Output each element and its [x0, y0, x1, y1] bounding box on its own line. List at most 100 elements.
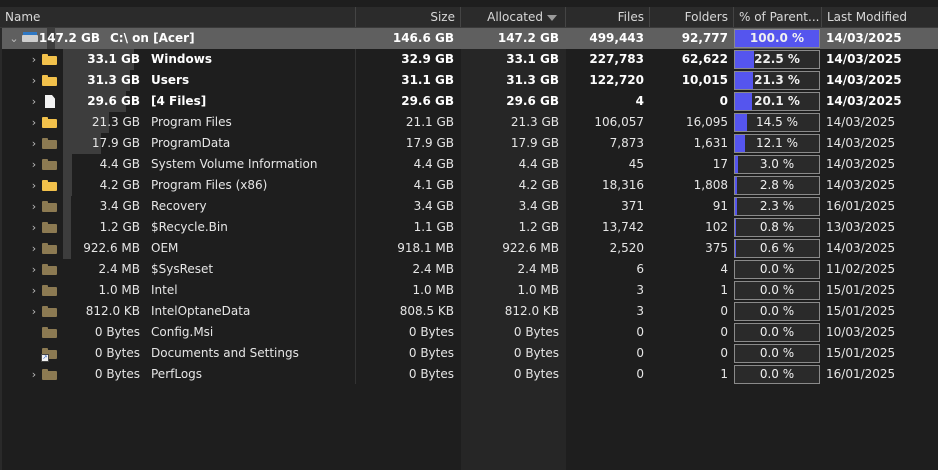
folder-icon — [42, 243, 57, 254]
folders-count: 1 — [720, 367, 728, 381]
row-programdata[interactable]: › 17.9 GB ProgramData 17.9 GB 17.9 GB 7,873 1,… — [2, 133, 938, 154]
percent-text: 0.0 % — [759, 367, 795, 381]
row-program-files[interactable]: › 21.3 GB Program Files 21.1 GB 21.3 GB 106,0… — [2, 112, 938, 133]
folders-count: 0 — [719, 94, 728, 108]
folders-count: 0 — [720, 304, 728, 318]
percent-text: 0.0 % — [759, 283, 795, 297]
row-config-msi[interactable]: 0 Bytes Config.Msi 0 Bytes 0 Bytes 0 0 0.0 % 10… — [2, 322, 938, 343]
expand-chevron-icon[interactable]: › — [28, 70, 40, 91]
last-modified: 15/01/2025 — [826, 283, 896, 297]
folders-count: 10,015 — [681, 73, 728, 87]
expand-chevron-icon[interactable]: › — [28, 217, 40, 238]
size-value: 1.1 GB — [413, 220, 454, 234]
item-name: Users — [151, 73, 190, 87]
row-recovery[interactable]: › 3.4 GB Recovery 3.4 GB 3.4 GB 371 91 2.3 % 16/… — [2, 196, 938, 217]
item-name: Intel — [151, 283, 178, 297]
expand-chevron-icon[interactable]: › — [28, 196, 40, 217]
header-size[interactable]: Size — [356, 7, 461, 27]
expand-chevron-icon[interactable]: › — [28, 154, 40, 175]
folder-shortcut-icon: ↗ — [41, 348, 57, 362]
header-percent-label: % of Parent... — [739, 10, 820, 24]
folder-icon — [42, 369, 57, 380]
size-value: 4.1 GB — [413, 178, 454, 192]
percent-text: 0.8 % — [759, 220, 795, 234]
files-count: 6 — [636, 262, 644, 276]
expand-chevron-icon[interactable]: › — [28, 301, 40, 322]
display-size: 147.2 GB — [38, 31, 100, 45]
expand-chevron-icon[interactable]: › — [28, 175, 40, 196]
shortcut-arrow-icon: ↗ — [41, 354, 49, 362]
row-sysreset[interactable]: › 2.4 MB $SysReset 2.4 MB 2.4 MB 6 4 0.0 % 11/02… — [2, 259, 938, 280]
row-windows[interactable]: › 33.1 GB Windows 32.9 GB 33.1 GB 227,783 62,6… — [2, 49, 938, 70]
row-users[interactable]: › 31.3 GB Users 31.1 GB 31.3 GB 122,720 10,015… — [2, 70, 938, 91]
header-percent[interactable]: % of Parent... — [734, 7, 822, 27]
percent-bar: 2.8 % — [734, 176, 820, 195]
folder-icon — [42, 54, 57, 65]
row-documents-and-settings[interactable]: ↗ 0 Bytes Documents and Settings 0 Bytes 0 B… — [2, 343, 938, 364]
folder-icon — [42, 285, 57, 296]
percent-text: 0.0 % — [759, 346, 795, 360]
expand-chevron-icon[interactable]: › — [28, 280, 40, 301]
allocated-value: 1.2 GB — [518, 220, 559, 234]
percent-bar: 21.3 % — [734, 71, 820, 90]
display-size: 29.6 GB — [87, 94, 140, 108]
expand-chevron-icon[interactable]: › — [28, 133, 40, 154]
header-modified[interactable]: Last Modified — [822, 7, 938, 27]
size-value: 29.6 GB — [401, 94, 454, 108]
size-value: 0 Bytes — [408, 325, 454, 339]
row-program-files-x86[interactable]: › 4.2 GB Program Files (x86) 4.1 GB 4.2 GB 18… — [2, 175, 938, 196]
allocated-value: 0 Bytes — [513, 367, 559, 381]
files-count: 3 — [636, 304, 644, 318]
row-4-files[interactable]: › 29.6 GB [4 Files] 29.6 GB 29.6 GB 4 0 20.1 % 1… — [2, 91, 938, 112]
percent-text: 12.1 % — [756, 136, 798, 150]
collapse-chevron-icon[interactable]: ⌄ — [8, 28, 20, 49]
row-inteloptanedata[interactable]: › 812.0 KB IntelOptaneData 808.5 KB 812.0 KB… — [2, 301, 938, 322]
header-allocated[interactable]: Allocated — [461, 7, 566, 27]
files-count: 3 — [636, 283, 644, 297]
display-size: 21.3 GB — [91, 115, 140, 129]
expand-chevron-icon[interactable]: › — [28, 91, 40, 112]
row-recycle-bin[interactable]: › 1.2 GB $Recycle.Bin 1.1 GB 1.2 GB 13,742 102… — [2, 217, 938, 238]
expand-chevron-icon[interactable]: › — [28, 238, 40, 259]
header-name[interactable]: Name — [0, 7, 356, 27]
row-oem[interactable]: › 922.6 MB OEM 918.1 MB 922.6 MB 2,520 375 0.6 … — [2, 238, 938, 259]
expand-chevron-icon[interactable]: › — [28, 112, 40, 133]
allocated-value: 3.4 GB — [518, 199, 559, 213]
files-count: 18,316 — [602, 178, 644, 192]
item-name: OEM — [151, 241, 179, 255]
percent-bar: 22.5 % — [734, 50, 820, 69]
percent-bar: 0.0 % — [734, 302, 820, 321]
files-count: 0 — [636, 325, 644, 339]
row-system-volume-information[interactable]: › 4.4 GB System Volume Information 4.4 GB 4.… — [2, 154, 938, 175]
size-value: 31.1 GB — [401, 73, 454, 87]
header-files[interactable]: Files — [566, 7, 650, 27]
size-value: 0 Bytes — [408, 346, 454, 360]
header-folders[interactable]: Folders — [650, 7, 734, 27]
percent-text: 0.6 % — [759, 241, 795, 255]
item-name: Program Files (x86) — [151, 178, 268, 192]
sort-descending-icon — [547, 14, 557, 21]
allocated-value: 2.4 MB — [517, 262, 559, 276]
folders-count: 102 — [705, 220, 728, 234]
item-name: IntelOptaneData — [151, 304, 251, 318]
row-perflogs[interactable]: › 0 Bytes PerfLogs 0 Bytes 0 Bytes 0 1 0.0 % 16/… — [2, 364, 938, 385]
percent-bar: 14.5 % — [734, 113, 820, 132]
size-value: 4.4 GB — [413, 157, 454, 171]
files-count: 4 — [635, 94, 644, 108]
last-modified: 14/03/2025 — [826, 52, 902, 66]
files-count: 371 — [621, 199, 644, 213]
row-intel[interactable]: › 1.0 MB Intel 1.0 MB 1.0 MB 3 1 0.0 % 15/01/202… — [2, 280, 938, 301]
size-value: 32.9 GB — [401, 52, 454, 66]
folder-icon — [42, 138, 57, 149]
folders-count: 4 — [720, 262, 728, 276]
expand-chevron-icon[interactable]: › — [28, 259, 40, 280]
item-name: ProgramData — [151, 136, 231, 150]
expand-chevron-icon[interactable]: › — [28, 364, 40, 385]
row-drive-c[interactable]: ⌄ 147.2 GB C:\ on [Acer] 146.6 GB 147.2 GB 49… — [2, 28, 938, 49]
percent-text: 21.3 % — [754, 73, 800, 87]
last-modified: 14/03/2025 — [826, 178, 896, 192]
expand-chevron-icon[interactable]: › — [28, 49, 40, 70]
folders-count: 91 — [712, 199, 728, 213]
percent-bar: 3.0 % — [734, 155, 820, 174]
last-modified: 14/03/2025 — [826, 94, 902, 108]
